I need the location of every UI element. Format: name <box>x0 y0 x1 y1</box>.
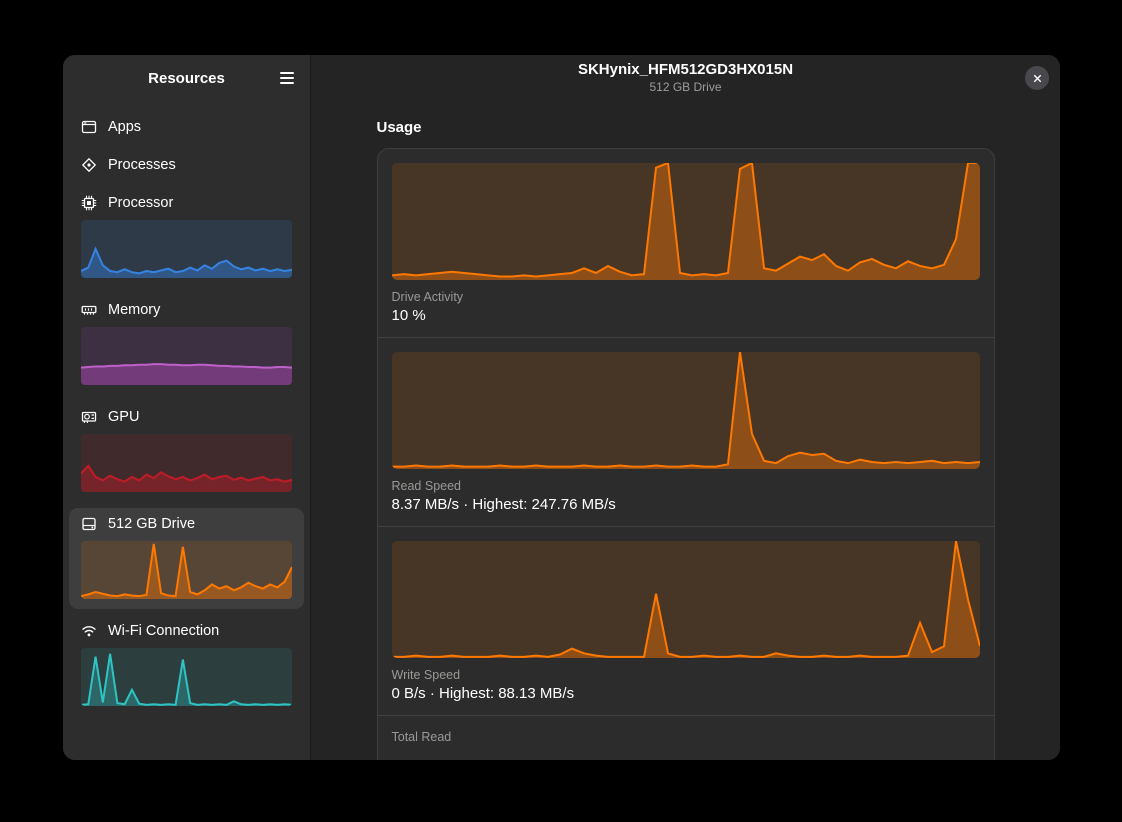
sidebar-item-processor[interactable]: Processor <box>69 187 304 288</box>
sidebar: Resources Apps Processes <box>63 55 311 760</box>
sidebar-item-apps[interactable]: Apps <box>69 111 304 143</box>
main-headerbar: SKHynix_HFM512GD3HX015N 512 GB Drive <box>311 55 1060 101</box>
sidebar-item-gpu[interactable]: GPU <box>69 401 304 502</box>
drive-mini-chart <box>81 541 292 599</box>
close-button[interactable] <box>1025 66 1049 90</box>
sidebar-list: Apps Processes Processor <box>63 101 310 726</box>
processor-icon <box>81 195 97 211</box>
wifi-mini-chart <box>81 648 292 706</box>
sidebar-item-label: Apps <box>108 119 141 135</box>
drive-activity-row: Drive Activity 10 % <box>378 149 994 337</box>
processor-mini-chart <box>81 220 292 278</box>
gpu-mini-chart <box>81 434 292 492</box>
processes-icon <box>81 157 97 173</box>
total-read-row: Total Read <box>378 715 994 760</box>
hamburger-menu-icon <box>280 77 294 79</box>
write-speed-value: 0 B/s · Highest: 88.13 MB/s <box>392 685 980 702</box>
sidebar-item-label: Processes <box>108 157 176 173</box>
drive-activity-label: Drive Activity <box>392 290 980 304</box>
drive-activity-value: 10 % <box>392 307 980 324</box>
page-title: SKHynix_HFM512GD3HX015N <box>578 61 793 78</box>
read-speed-row: Read Speed 8.37 MB/s · Highest: 247.76 M… <box>378 337 994 526</box>
sidebar-item-memory[interactable]: Memory <box>69 294 304 395</box>
resources-window: Resources Apps Processes <box>63 55 1060 760</box>
main-scroll-area[interactable]: Usage Drive Activity 10 % Read Speed 8.3… <box>311 101 1060 760</box>
sidebar-headerbar: Resources <box>63 55 310 101</box>
sidebar-item-label: Memory <box>108 302 160 318</box>
main-menu-button[interactable] <box>272 63 302 93</box>
total-read-label: Total Read <box>392 730 980 744</box>
sidebar-item-label: Processor <box>108 195 173 211</box>
write-speed-row: Write Speed 0 B/s · Highest: 88.13 MB/s <box>378 526 994 715</box>
usage-section-title: Usage <box>377 119 995 136</box>
write-speed-chart <box>392 541 980 658</box>
wifi-icon <box>81 623 97 639</box>
sidebar-item-drive[interactable]: 512 GB Drive <box>69 508 304 609</box>
memory-mini-chart <box>81 327 292 385</box>
drive-activity-chart <box>392 163 980 280</box>
page-title-block: SKHynix_HFM512GD3HX015N 512 GB Drive <box>578 61 793 94</box>
read-speed-label: Read Speed <box>392 479 980 493</box>
drive-icon <box>81 516 97 532</box>
read-speed-value: 8.37 MB/s · Highest: 247.76 MB/s <box>392 496 980 513</box>
sidebar-item-label: GPU <box>108 409 139 425</box>
close-icon <box>1031 72 1044 85</box>
page-subtitle: 512 GB Drive <box>578 81 793 95</box>
sidebar-item-processes[interactable]: Processes <box>69 149 304 181</box>
sidebar-item-label: Wi-Fi Connection <box>108 623 219 639</box>
write-speed-label: Write Speed <box>392 668 980 682</box>
usage-card: Drive Activity 10 % Read Speed 8.37 MB/s… <box>377 148 995 760</box>
memory-icon <box>81 302 97 318</box>
read-speed-chart <box>392 352 980 469</box>
main-panel: SKHynix_HFM512GD3HX015N 512 GB Drive Usa… <box>311 55 1060 760</box>
sidebar-title: Resources <box>148 70 225 87</box>
gpu-icon <box>81 409 97 425</box>
sidebar-item-wifi[interactable]: Wi-Fi Connection <box>69 615 304 716</box>
apps-icon <box>81 119 97 135</box>
sidebar-item-label: 512 GB Drive <box>108 516 195 532</box>
